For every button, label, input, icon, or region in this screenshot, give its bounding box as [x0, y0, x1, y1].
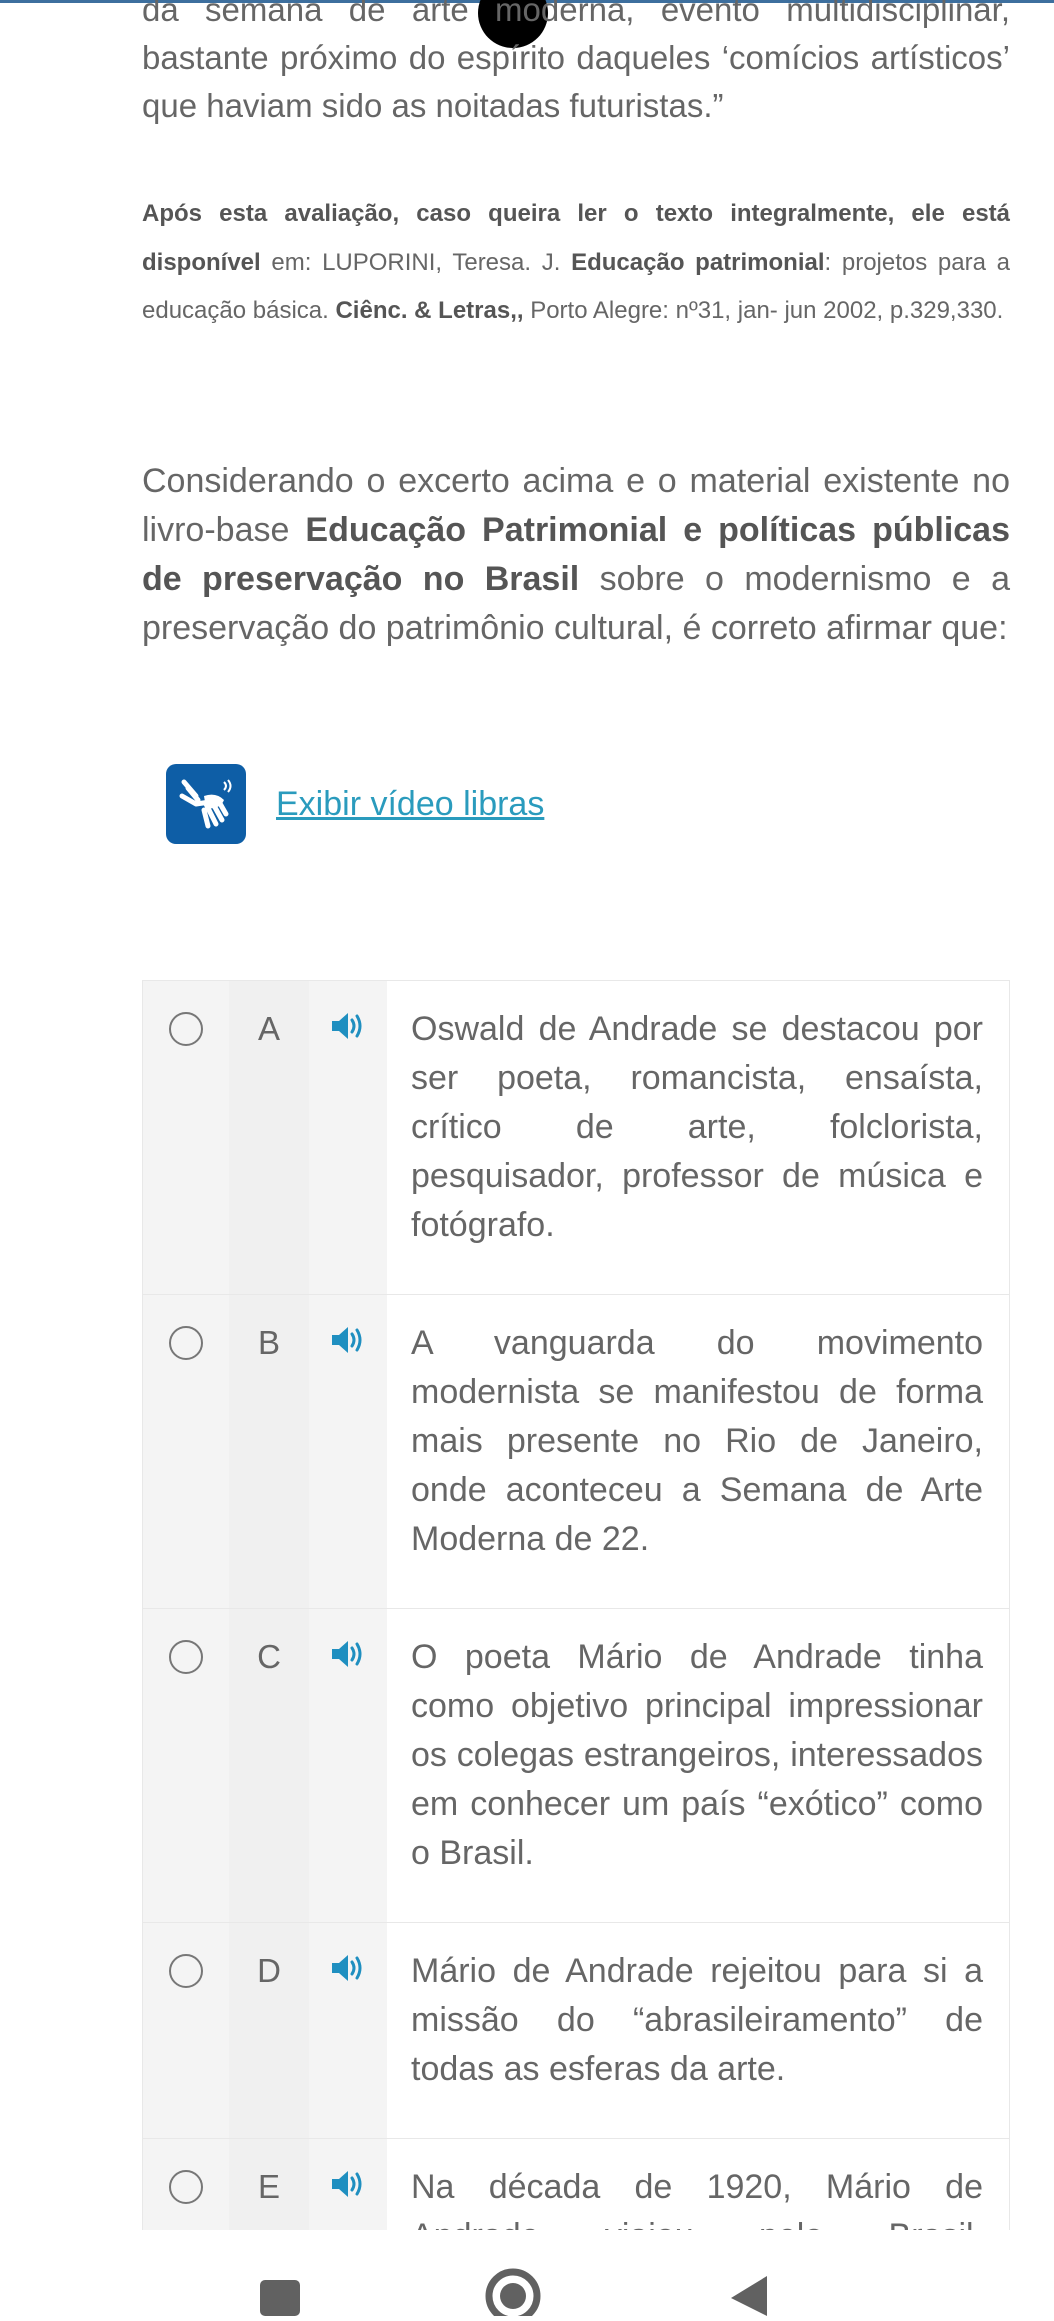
answer-options: A Oswald de Andrade se destacou por ser …	[142, 980, 1010, 2231]
radio-button[interactable]	[169, 1954, 203, 1988]
option-e-audio-cell	[309, 2139, 387, 2231]
option-text: Na década de 1920, Mário de Andrade viaj…	[387, 2139, 1009, 2231]
home-icon[interactable]	[485, 2268, 541, 2321]
libras-video-link[interactable]: Exibir vídeo libras	[276, 785, 544, 824]
excerpt-text: da semana de arte moderna, evento multid…	[142, 0, 1010, 124]
option-a-radio-cell	[143, 981, 229, 1294]
option-e-radio-cell	[143, 2139, 229, 2231]
option-text: Oswald de Andrade se destacou por ser po…	[387, 981, 1009, 1294]
option-c-audio-cell	[309, 1609, 387, 1922]
radio-button[interactable]	[169, 1640, 203, 1674]
speaker-icon[interactable]	[330, 1953, 366, 1983]
reference-journal: Ciênc. & Letras,,	[335, 297, 524, 324]
option-letter: C	[229, 1609, 309, 1922]
option-c[interactable]: C O poeta Mário de Andrade tinha como ob…	[143, 1609, 1009, 1923]
reference-paragraph: Após esta avaliação, caso queira ler o t…	[142, 190, 1010, 336]
radio-button[interactable]	[169, 2170, 203, 2204]
question-prompt: Considerando o excerto acima e o materia…	[142, 457, 1010, 653]
option-text: A vanguarda do movimento modernista se m…	[387, 1295, 1009, 1608]
option-d[interactable]: D Mário de Andrade rejeitou para si a mi…	[143, 1923, 1009, 2139]
back-icon[interactable]	[731, 2276, 767, 2316]
recent-apps-icon[interactable]	[260, 2280, 300, 2316]
reference-text-1: em: LUPORINI, Teresa. J.	[260, 248, 572, 276]
option-letter: D	[229, 1923, 309, 2138]
reference-text-3: Porto Alegre: nº31, jan- jun 2002, p.329…	[523, 297, 1004, 324]
libras-video[interactable]: Exibir vídeo libras	[166, 764, 544, 844]
option-letter: E	[229, 2139, 309, 2231]
system-navigation-bar	[0, 2230, 1054, 2321]
option-e[interactable]: E Na década de 1920, Mário de Andrade vi…	[143, 2139, 1009, 2231]
option-b[interactable]: B A vanguarda do movimento modernista se…	[143, 1295, 1009, 1609]
option-d-audio-cell	[309, 1923, 387, 2138]
radio-button[interactable]	[169, 1012, 203, 1046]
option-text: O poeta Mário de Andrade tinha como obje…	[387, 1609, 1009, 1922]
option-b-audio-cell	[309, 1295, 387, 1608]
option-b-radio-cell	[143, 1295, 229, 1608]
option-text: Mário de Andrade rejeitou para si a miss…	[387, 1923, 1009, 2138]
option-a[interactable]: A Oswald de Andrade se destacou por ser …	[143, 981, 1009, 1295]
speaker-icon[interactable]	[330, 2169, 366, 2199]
speaker-icon[interactable]	[330, 1011, 366, 1041]
reference-title: Educação patrimonial	[571, 248, 825, 276]
radio-button[interactable]	[169, 1326, 203, 1360]
sign-language-icon[interactable]	[166, 764, 246, 844]
speaker-icon[interactable]	[330, 1325, 366, 1355]
option-letter: A	[229, 981, 309, 1294]
option-d-radio-cell	[143, 1923, 229, 2138]
option-a-audio-cell	[309, 981, 387, 1294]
option-c-radio-cell	[143, 1609, 229, 1922]
speaker-icon[interactable]	[330, 1639, 366, 1669]
option-letter: B	[229, 1295, 309, 1608]
